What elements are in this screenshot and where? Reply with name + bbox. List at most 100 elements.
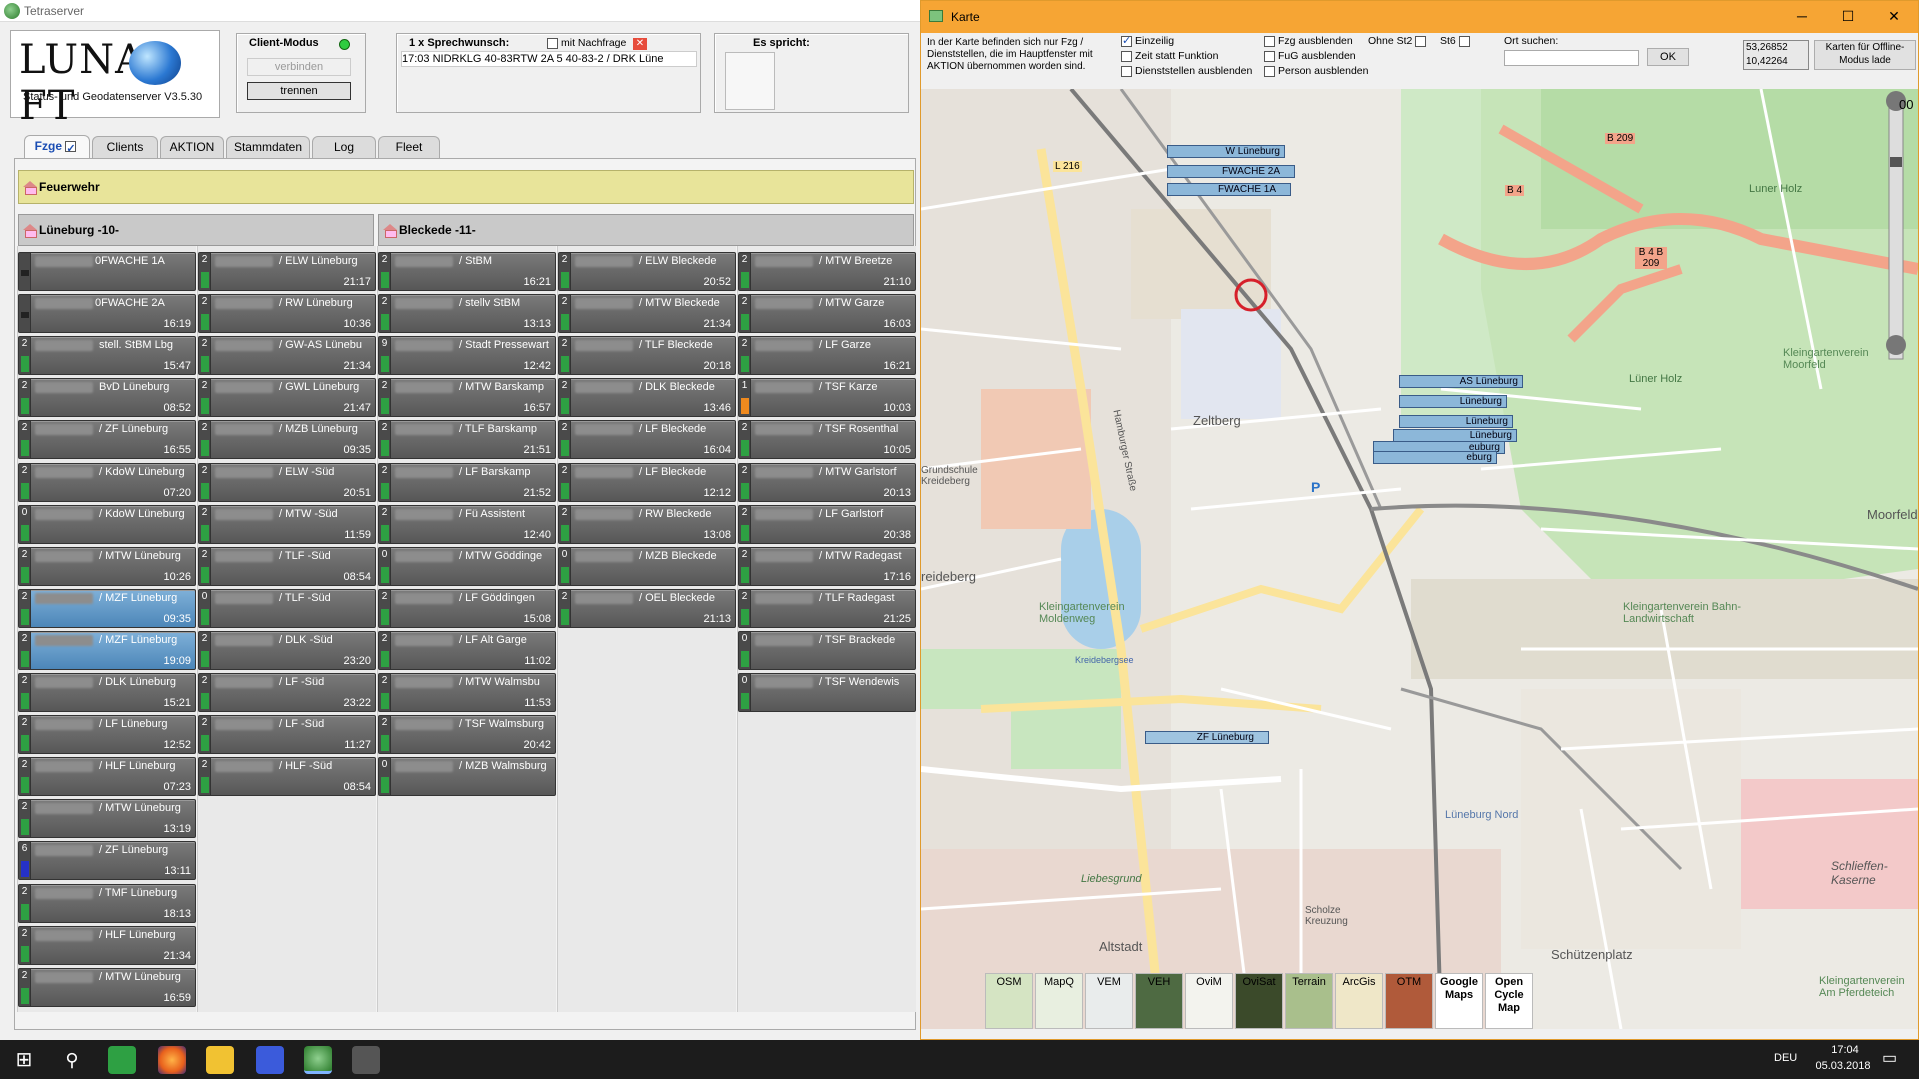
map-layer-button[interactable]: Open Cycle Map xyxy=(1485,973,1533,1029)
vehicle-tile[interactable]: 2/ LF Bleckede 12:12 xyxy=(558,463,736,502)
map-layer-button[interactable]: Google Maps xyxy=(1435,973,1483,1029)
vehicle-tile[interactable]: 2/ MTW Walmsbu 11:53 xyxy=(378,673,556,712)
vehicle-tile[interactable]: 2/ stellv StBM 13:13 xyxy=(378,294,556,333)
vehicle-tile[interactable]: 2/ TLF -Süd 08:54 xyxy=(198,547,376,586)
vehicle-tile[interactable]: 2/ MTW Bleckede 21:34 xyxy=(558,294,736,333)
search-icon[interactable]: ⚲ xyxy=(58,1046,86,1074)
maximize-icon[interactable]: ☐ xyxy=(1825,1,1871,33)
vehicle-tile[interactable]: 0/ MZB Bleckede xyxy=(558,547,736,586)
map-vehicle-tag[interactable]: Lüneburg xyxy=(1399,415,1513,428)
map-layer-button[interactable]: VEM xyxy=(1085,973,1133,1029)
map-layer-button[interactable]: Terrain xyxy=(1285,973,1333,1029)
connect-button[interactable]: verbinden xyxy=(247,58,351,76)
map-view[interactable]: Zeltberg Altstadt Lüneburg Nord Moorfeld… xyxy=(921,89,1918,1029)
file-explorer-icon[interactable] xyxy=(206,1046,234,1074)
option-einzeilig[interactable]: Einzeilig xyxy=(1121,34,1174,47)
map-layer-button[interactable]: OviSat xyxy=(1235,973,1283,1029)
vehicle-tile[interactable]: 2/ MTW Lüneburg 16:59 xyxy=(18,968,196,1007)
save-app-icon[interactable] xyxy=(256,1046,284,1074)
tab-clients[interactable]: Clients xyxy=(92,136,158,158)
app-excel-icon[interactable] xyxy=(108,1046,136,1074)
vehicle-tile[interactable]: 0/ MTW Göddinge xyxy=(378,547,556,586)
vehicle-tile[interactable]: 6/ ZF Lüneburg 13:11 xyxy=(18,841,196,880)
vehicle-tile[interactable]: 2/ LF Garze 16:21 xyxy=(738,336,916,375)
tetraserver-taskbar-icon[interactable] xyxy=(304,1046,332,1074)
vehicle-tile[interactable]: 2/ KdoW Lüneburg 07:20 xyxy=(18,463,196,502)
vehicle-tile[interactable]: 2 BvD Lüneburg 08:52 xyxy=(18,378,196,417)
map-vehicle-tag[interactable]: FWACHE 2A xyxy=(1167,165,1295,178)
vehicle-tile[interactable]: 0/ TSF Brackede xyxy=(738,631,916,670)
vehicle-tile[interactable]: 2/ LF Barskamp 21:52 xyxy=(378,463,556,502)
vehicle-tile[interactable]: 2/ MZF Lüneburg 19:09 xyxy=(18,631,196,670)
clock-time[interactable]: 17:04 xyxy=(1820,1044,1870,1056)
vehicle-tile[interactable]: 2/ DLK Lüneburg 15:21 xyxy=(18,673,196,712)
vehicle-tile[interactable]: 0/ TSF Wendewis xyxy=(738,673,916,712)
windows-start-icon[interactable]: ⊞ xyxy=(10,1046,38,1074)
minimize-icon[interactable]: ─ xyxy=(1779,1,1825,33)
vehicle-tile[interactable]: 2/ DLK -Süd 23:20 xyxy=(198,631,376,670)
group-header-lueneburg[interactable]: Lüneburg -10- xyxy=(18,214,374,246)
option-person-ausblenden[interactable]: Person ausblenden xyxy=(1264,65,1369,77)
vehicle-tile[interactable]: 2/ MTW Breetze 21:10 xyxy=(738,252,916,291)
vehicle-tile[interactable]: 2/ LF -Süd 11:27 xyxy=(198,715,376,754)
vehicle-tile[interactable]: 2/ LF Alt Garge 11:02 xyxy=(378,631,556,670)
vehicle-tile[interactable]: 2/ MTW -Süd 11:59 xyxy=(198,505,376,544)
vehicle-tile[interactable]: 2/ MZB Lüneburg 09:35 xyxy=(198,420,376,459)
vehicle-tile[interactable]: 0/ MZB Walmsburg xyxy=(378,757,556,796)
vehicle-tile[interactable]: 0FWACHE 1A xyxy=(18,252,196,291)
vehicle-tile[interactable]: 2/ LF Lüneburg 12:52 xyxy=(18,715,196,754)
vehicle-tile[interactable]: 2/ LF Garlstorf 20:38 xyxy=(738,505,916,544)
search-ok-button[interactable]: OK xyxy=(1647,48,1689,66)
speech-request-row[interactable]: 17:03 NIDRKLG 40-83RTW 2A 5 40-83-2 / DR… xyxy=(401,51,697,67)
vehicle-tile[interactable]: 2/ Fü Assistent 12:40 xyxy=(378,505,556,544)
vehicle-tile[interactable]: 2/ ELW Bleckede 20:52 xyxy=(558,252,736,291)
vehicle-tile[interactable]: 2/ GWL Lüneburg 21:47 xyxy=(198,378,376,417)
vehicle-tile[interactable]: 2/ MTW Barskamp 16:57 xyxy=(378,378,556,417)
vehicle-tile[interactable]: 2/ TLF Barskamp 21:51 xyxy=(378,420,556,459)
vehicle-tile[interactable]: 2 stell. StBM Lbg 15:47 xyxy=(18,336,196,375)
option-fzg-ausblenden[interactable]: Fzg ausblenden xyxy=(1264,35,1353,47)
vehicle-tile[interactable]: 2/ MTW Garlstorf 20:13 xyxy=(738,463,916,502)
vehicle-tile[interactable]: 2/ ELW Lüneburg 21:17 xyxy=(198,252,376,291)
option-st6[interactable]: St6 xyxy=(1440,35,1473,47)
option-fug-ausblenden[interactable]: FuG ausblenden xyxy=(1264,50,1356,62)
vehicle-tile[interactable]: 2/ MZF Lüneburg 09:35 xyxy=(18,589,196,628)
karte-taskbar-icon[interactable] xyxy=(352,1046,380,1074)
vehicle-tile[interactable]: 2/ OEL Bleckede 21:13 xyxy=(558,589,736,628)
map-vehicle-tag[interactable]: ZF Lüneburg xyxy=(1145,731,1269,744)
tab-fleet[interactable]: Fleet xyxy=(378,136,440,158)
map-layer-button[interactable]: ArcGis xyxy=(1335,973,1383,1029)
map-vehicle-tag[interactable]: FWACHE 1A xyxy=(1167,183,1291,196)
notification-icon[interactable]: ▭ xyxy=(1882,1048,1897,1068)
vehicle-tile[interactable]: 0FWACHE 2A 16:19 xyxy=(18,294,196,333)
vehicle-tile[interactable]: 2/ TLF Bleckede 20:18 xyxy=(558,336,736,375)
close-icon[interactable]: ✕ xyxy=(1871,1,1917,33)
vehicle-tile[interactable]: 2/ MTW Garze 16:03 xyxy=(738,294,916,333)
language-indicator[interactable]: DEU xyxy=(1774,1052,1797,1064)
vehicle-tile[interactable]: 2/ ELW -Süd 20:51 xyxy=(198,463,376,502)
map-layer-button[interactable]: OviM xyxy=(1185,973,1233,1029)
map-layer-button[interactable]: MapQ xyxy=(1035,973,1083,1029)
group-header-bleckede[interactable]: Bleckede -11- xyxy=(378,214,914,246)
disconnect-button[interactable]: trennen xyxy=(247,82,351,100)
vehicle-tile[interactable]: 2/ TSF Rosenthal 10:05 xyxy=(738,420,916,459)
tab-log[interactable]: Log xyxy=(312,136,376,158)
map-layer-button[interactable]: OSM xyxy=(985,973,1033,1029)
vehicle-tile[interactable]: 2/ TSF Walmsburg 20:42 xyxy=(378,715,556,754)
followup-checkbox[interactable]: mit Nachfrage xyxy=(547,37,626,49)
map-layer-button[interactable]: VEH xyxy=(1135,973,1183,1029)
map-vehicle-tag[interactable]: Lüneburg xyxy=(1399,395,1507,408)
location-search-input[interactable] xyxy=(1504,50,1639,66)
vehicle-tile[interactable]: 2/ MTW Lüneburg 13:19 xyxy=(18,799,196,838)
map-vehicle-tag[interactable]: W Lüneburg xyxy=(1167,145,1285,158)
map-layer-button[interactable]: OTM xyxy=(1385,973,1433,1029)
vehicle-tile[interactable]: 2/ RW Lüneburg 10:36 xyxy=(198,294,376,333)
vehicle-tile[interactable]: 2/ GW-AS Lünebu 21:34 xyxy=(198,336,376,375)
firefox-icon[interactable] xyxy=(158,1046,186,1074)
vehicle-tile[interactable]: 2/ RW Bleckede 13:08 xyxy=(558,505,736,544)
vehicle-tile[interactable]: 2/ LF -Süd 23:22 xyxy=(198,673,376,712)
map-vehicle-tag[interactable]: AS Lüneburg xyxy=(1399,375,1523,388)
vehicle-tile[interactable]: 2/ MTW Lüneburg 10:26 xyxy=(18,547,196,586)
vehicle-tile[interactable]: 2/ ZF Lüneburg 16:55 xyxy=(18,420,196,459)
vehicle-tile[interactable]: 2/ TLF Radegast 21:25 xyxy=(738,589,916,628)
